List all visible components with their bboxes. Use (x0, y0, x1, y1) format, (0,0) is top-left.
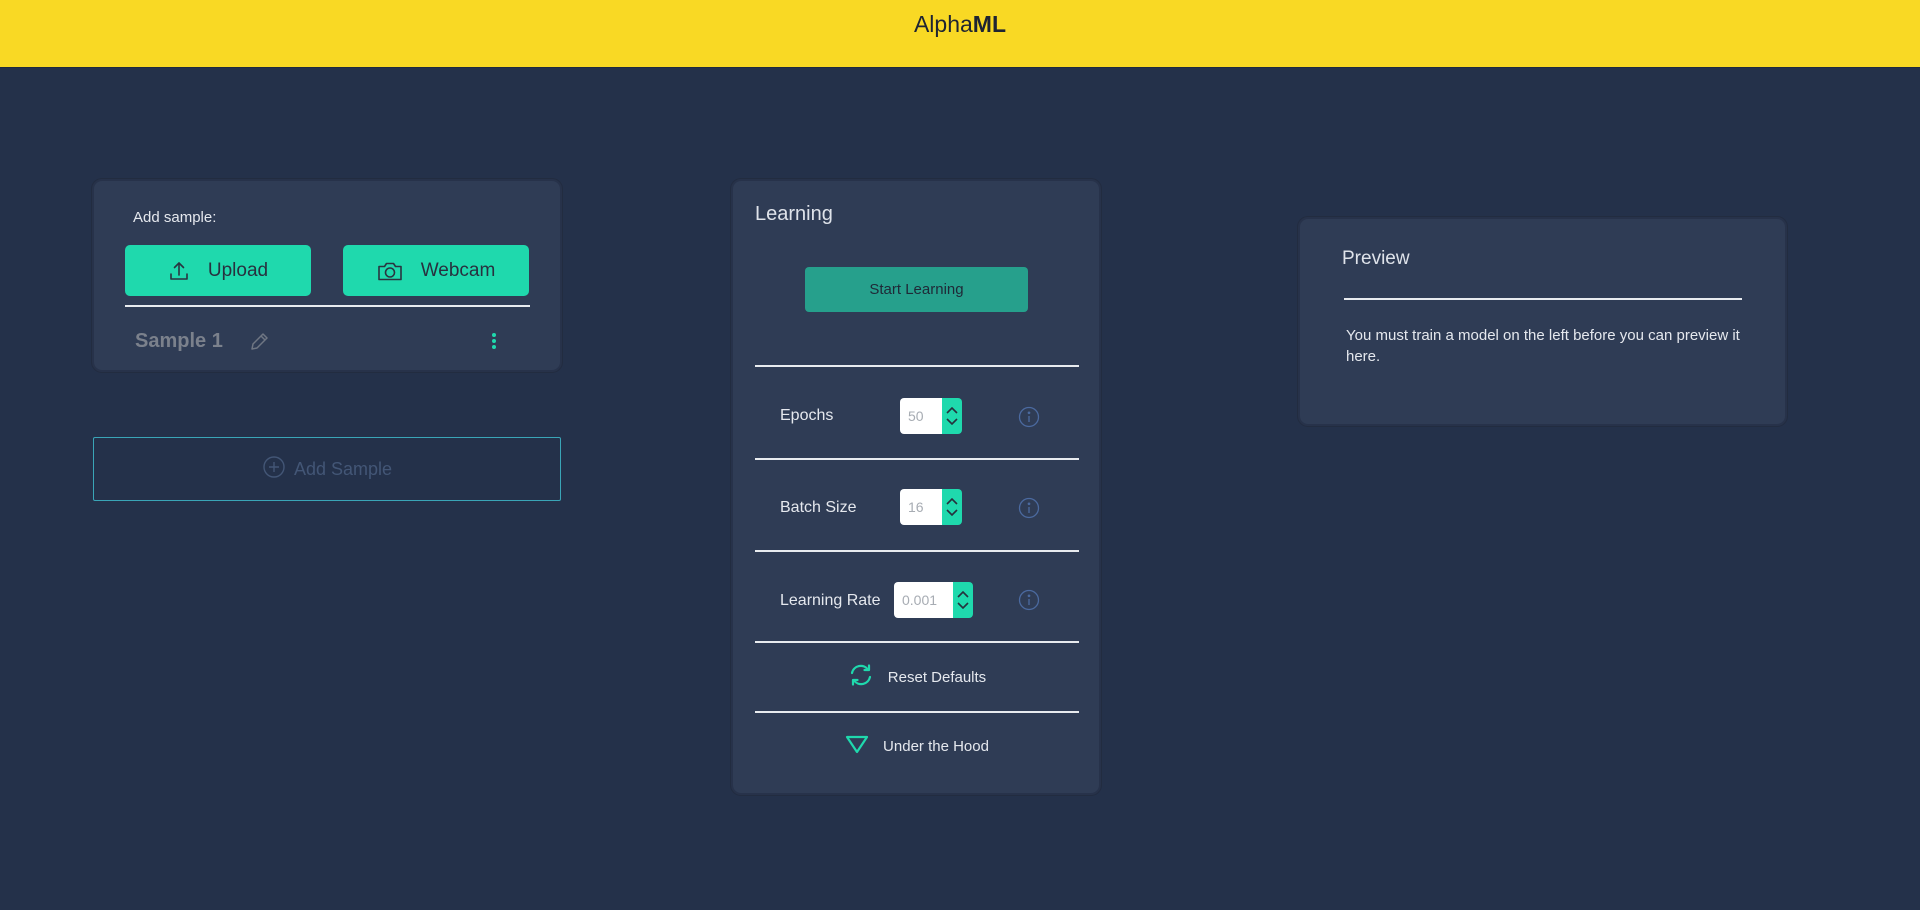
under-the-hood-label: Under the Hood (883, 737, 989, 755)
epochs-arrows[interactable] (942, 398, 962, 434)
upload-label: Upload (207, 259, 269, 281)
webcam-label: Webcam (420, 259, 496, 281)
upload-icon (168, 260, 190, 282)
batch-size-label: Batch Size (780, 499, 857, 516)
learning-rate-arrows[interactable] (953, 582, 973, 618)
sample-card: Add sample: Upload Webcam Sample 1 (92, 179, 562, 372)
plus-circle-icon (262, 455, 286, 484)
more-options-icon[interactable] (491, 330, 497, 357)
under-the-hood-toggle[interactable]: Under the Hood (755, 730, 1079, 762)
brand-regular: Alpha (913, 11, 973, 37)
batch-size-info-icon[interactable] (1018, 497, 1040, 524)
divider (755, 641, 1079, 643)
brand-bold: ML (972, 11, 1007, 37)
chevron-down-icon[interactable] (957, 602, 969, 609)
sample-name[interactable]: Sample 1 (135, 330, 223, 353)
pencil-icon[interactable] (249, 330, 269, 357)
chevron-down-icon[interactable] (946, 418, 958, 425)
add-sample-button-label: Add Sample (293, 458, 393, 479)
divider (755, 550, 1079, 552)
refresh-icon (848, 662, 874, 692)
learning-rate-input[interactable]: 0.001 (894, 582, 953, 618)
app-logo[interactable]: AlphaML (0, 11, 1920, 38)
camera-icon (377, 260, 403, 282)
add-sample-button[interactable]: Add Sample (93, 437, 561, 501)
learning-rate-stepper[interactable]: 0.001 (894, 582, 973, 618)
epochs-info-icon[interactable] (1018, 406, 1040, 433)
chevron-down-icon[interactable] (946, 509, 958, 516)
preview-message: You must train a model on the left befor… (1346, 327, 1740, 365)
divider (755, 458, 1079, 460)
learning-rate-label: Learning Rate (780, 592, 881, 609)
upload-button[interactable]: Upload (125, 245, 311, 296)
chevron-up-icon[interactable] (957, 591, 969, 598)
learning-card: Learning Start Learning Epochs 50 Batch … (731, 179, 1101, 795)
reset-defaults-label: Reset Defaults (887, 668, 987, 686)
webcam-button[interactable]: Webcam (343, 245, 529, 296)
add-sample-label: Add sample: (133, 209, 217, 226)
preview-title: Preview (1342, 248, 1410, 269)
epochs-stepper[interactable]: 50 (900, 398, 962, 434)
learning-title: Learning (755, 203, 833, 225)
sample-divider (125, 305, 530, 307)
triangle-down-icon (845, 734, 869, 758)
divider (755, 711, 1079, 713)
chevron-up-icon[interactable] (946, 407, 958, 414)
epochs-input[interactable]: 50 (900, 398, 942, 434)
preview-divider (1344, 298, 1742, 300)
learning-rate-info-icon[interactable] (1018, 589, 1040, 616)
start-learning-button[interactable]: Start Learning (805, 267, 1028, 312)
top-bar: AlphaML (0, 0, 1920, 68)
batch-size-arrows[interactable] (942, 489, 962, 525)
batch-size-input[interactable]: 16 (900, 489, 942, 525)
divider (755, 365, 1079, 367)
batch-size-stepper[interactable]: 16 (900, 489, 962, 525)
epochs-label: Epochs (780, 407, 834, 424)
preview-card: Preview You must train a model on the le… (1298, 217, 1787, 426)
chevron-up-icon[interactable] (946, 498, 958, 505)
reset-defaults-button[interactable]: Reset Defaults (755, 660, 1079, 694)
